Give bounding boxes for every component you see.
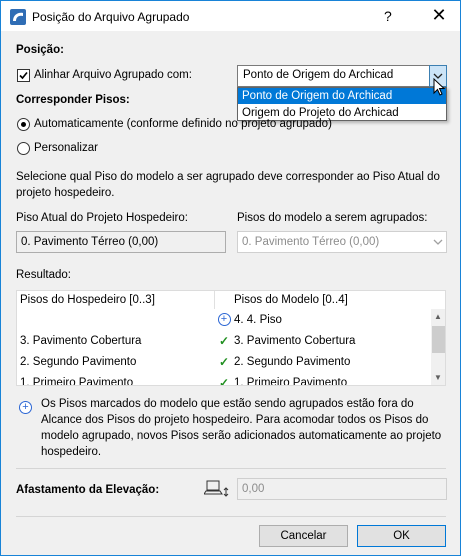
divider [16,516,446,517]
check-icon: ✓ [218,334,230,348]
table-row: 1. Primeiro Pavimento ✓ 1. Primeiro Pavi… [17,374,431,386]
position-heading: Posição: [16,44,64,56]
result-note: Os Pisos marcados do modelo que estão se… [41,398,442,458]
column-separator [214,291,215,309]
elevation-offset-icon [204,480,229,497]
check-icon: ✓ [218,355,230,369]
model-floor-cell: 1. Primeiro Pavimento [234,377,348,386]
dialog-window: Posição do Arquivo Agrupado ? ✕ Posição:… [0,0,461,556]
model-floor-select[interactable]: 0. Pavimento Térreo (0,00) [237,231,447,253]
align-select-value: Ponto de Origem do Archicad [243,69,394,81]
host-floor-value: 0. Pavimento Térreo (0,00) [21,236,159,248]
mouse-cursor-icon [433,78,446,96]
host-floor-cell: 3. Pavimento Cobertura [20,335,142,347]
result-table: Pisos do Hospedeiro [0..3] Pisos do Mode… [16,290,446,386]
align-dropdown-list: Ponto de Origem do Archicad Origem do Pr… [237,87,447,121]
window-title: Posição do Arquivo Agrupado [32,10,190,24]
model-floor-label: Pisos do modelo a serem agrupados: [237,212,428,224]
auto-radio[interactable] [17,118,30,131]
host-floor-cell: 2. Segundo Pavimento [20,356,137,368]
custom-radio-label: Personalizar [34,142,98,154]
model-floor-cell: 4. 4. Piso [234,314,282,326]
scroll-down-icon[interactable]: ▼ [434,373,442,382]
floors-description: Selecione qual Piso do modelo a ser agru… [16,171,440,199]
align-label: Alinhar Arquivo Agrupado com: [34,69,192,81]
elevation-value: 0,00 [242,483,265,495]
close-button[interactable]: ✕ [424,4,454,26]
model-floor-value: 0. Pavimento Térreo (0,00) [242,236,380,248]
elevation-label: Afastamento da Elevação: [16,484,160,496]
checkmark-icon [19,71,28,80]
model-floor-cell: 2. Segundo Pavimento [234,356,351,368]
info-plus-icon: + [19,401,32,414]
host-floor-field: 0. Pavimento Térreo (0,00) [16,231,226,253]
table-header: Pisos do Hospedeiro [0..3] Pisos do Mode… [17,291,431,309]
table-scrollbar[interactable]: ▲ ▼ [431,309,445,385]
plus-circle-icon: + [217,313,231,326]
elevation-field[interactable]: 0,00 [237,478,447,500]
result-heading: Resultado: [16,269,71,281]
cancel-button[interactable]: Cancelar [259,525,348,547]
divider [16,468,446,469]
host-floor-cell: 1. Primeiro Pavimento [20,377,134,386]
scroll-up-icon[interactable]: ▲ [434,312,442,321]
ok-button[interactable]: OK [357,525,446,547]
dropdown-option-archicad-origin[interactable]: Ponto de Origem do Archicad [238,88,446,104]
host-floor-label: Piso Atual do Projeto Hospedeiro: [16,212,188,224]
scroll-thumb[interactable] [432,326,445,353]
model-floor-cell: 3. Pavimento Cobertura [234,335,356,347]
table-row: + 4. 4. Piso [17,311,431,332]
title-bar: Posição do Arquivo Agrupado ? ✕ [1,1,460,31]
table-row: 2. Segundo Pavimento ✓ 2. Segundo Pavime… [17,353,431,374]
host-column-header: Pisos do Hospedeiro [0..3] [20,294,155,306]
check-icon: ✓ [218,376,230,386]
archicad-app-icon [10,9,26,25]
floors-heading: Corresponder Pisos: [16,94,130,106]
chevron-down-icon [433,239,443,245]
custom-radio[interactable] [17,142,30,155]
help-button[interactable]: ? [384,8,392,24]
auto-radio-label: Automaticamente (conforme definido no pr… [34,118,332,130]
align-checkbox[interactable] [17,69,30,82]
align-select[interactable]: Ponto de Origem do Archicad [237,65,447,87]
model-column-header: Pisos do Modelo [0..4] [234,294,348,306]
table-row: 3. Pavimento Cobertura ✓ 3. Pavimento Co… [17,332,431,353]
